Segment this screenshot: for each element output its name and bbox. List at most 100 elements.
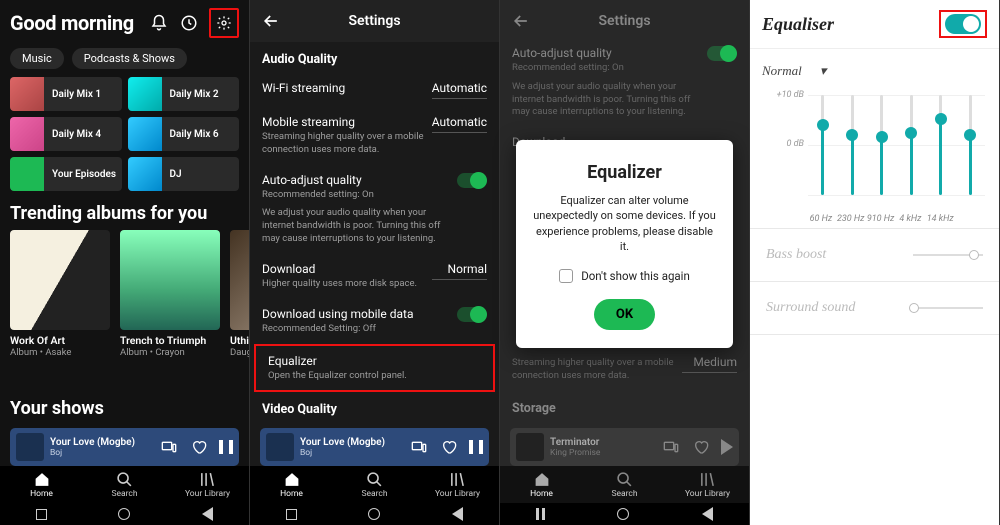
bottom-nav: Home Search Your Library — [250, 466, 499, 503]
now-playing-track: Your Love (Mogbe) — [300, 437, 403, 448]
settings-screen: Settings Audio Quality Wi-Fi streaming A… — [250, 0, 500, 525]
storage-header: Storage — [500, 391, 749, 422]
setting-wifi-streaming[interactable]: Wi-Fi streaming Automatic — [250, 73, 499, 107]
android-home-icon[interactable] — [617, 508, 629, 520]
nav-home[interactable]: Home — [250, 466, 333, 503]
setting-mobile-streaming: Streaming higher quality over a mobile c… — [500, 347, 749, 391]
your-shows-header: Your shows — [0, 386, 114, 425]
pause-icon[interactable] — [219, 440, 233, 454]
highlight-settings — [209, 8, 239, 38]
android-nav — [250, 503, 499, 525]
now-playing-bar[interactable]: Your Love (Mogbe) Boj — [10, 428, 239, 466]
tile-dj[interactable]: DJ — [128, 157, 240, 191]
tile-daily-mix-4[interactable]: Daily Mix 4 — [10, 117, 122, 151]
setting-equalizer[interactable]: Equalizer Open the Equalizer control pan… — [256, 346, 493, 391]
surround-sound-row[interactable]: Surround sound — [750, 282, 999, 334]
tile-your-episodes[interactable]: Your Episodes — [10, 157, 122, 191]
now-playing-bar[interactable]: Your Love (Mogbe) Boj — [260, 428, 489, 466]
album-card[interactable]: Trench to Triumph Album • Crayon — [120, 230, 220, 358]
album-cover — [230, 230, 249, 330]
setting-auto-adjust[interactable]: Auto-adjust quality Recommended setting:… — [250, 165, 499, 254]
history-icon[interactable] — [179, 13, 199, 33]
nav-home: Home — [500, 466, 583, 503]
devices-icon — [661, 437, 681, 457]
android-recent-icon[interactable] — [286, 509, 297, 520]
setting-download-mobile-data[interactable]: Download using mobile data Recommended S… — [250, 299, 499, 344]
toggle-on-icon[interactable] — [457, 307, 487, 322]
album-card[interactable]: Uthin… Daug… — [230, 230, 249, 358]
nav-library: Your Library — [666, 466, 749, 503]
eq-slider-14khz[interactable] — [939, 95, 942, 195]
android-back-icon[interactable] — [452, 507, 463, 521]
android-back-icon[interactable] — [202, 507, 213, 521]
tile-daily-mix-6[interactable]: Daily Mix 6 — [128, 117, 240, 151]
play-icon — [721, 439, 733, 455]
filter-podcasts[interactable]: Podcasts & Shows — [72, 48, 187, 69]
gear-icon[interactable] — [214, 13, 234, 33]
tile-daily-mix-1[interactable]: Daily Mix 1 — [10, 77, 122, 111]
checkbox-icon[interactable] — [559, 269, 573, 283]
trending-header: Trending albums for you — [0, 191, 249, 230]
pause-icon[interactable] — [469, 440, 483, 454]
nav-library[interactable]: Your Library — [166, 466, 249, 503]
now-playing-thumb — [266, 433, 294, 461]
eq-slider-910hz[interactable] — [880, 95, 883, 195]
equaliser-toggle[interactable] — [945, 14, 981, 34]
nav-search[interactable]: Search — [333, 466, 416, 503]
dont-show-again-checkbox[interactable]: Don't show this again — [532, 269, 717, 283]
bottom-nav: Home Search Your Library — [0, 466, 249, 503]
dialog-text: Equalizer can alter volume unexpectedly … — [532, 193, 717, 255]
back-icon[interactable] — [250, 11, 292, 31]
nav-home[interactable]: Home — [0, 466, 83, 503]
bass-boost-row[interactable]: Bass boost — [750, 229, 999, 281]
heart-icon — [691, 437, 711, 457]
bottom-nav: Home Search Your Library — [500, 466, 749, 503]
now-playing-track: Terminator — [550, 437, 655, 448]
eq-slider-4khz[interactable] — [910, 95, 913, 195]
setting-mobile-streaming[interactable]: Mobile streaming Streaming higher qualit… — [250, 107, 499, 165]
bass-boost-slider[interactable] — [913, 254, 983, 256]
now-playing-artist: Boj — [50, 448, 153, 458]
eq-slider-extra[interactable] — [969, 95, 972, 195]
preset-dropdown[interactable]: Normal ▾ — [750, 49, 999, 85]
filter-music[interactable]: Music — [10, 48, 64, 69]
greeting-title: Good morning — [10, 11, 134, 35]
dialog-title: Equalizer — [532, 162, 717, 183]
android-home-icon[interactable] — [368, 508, 380, 520]
heart-icon[interactable] — [189, 437, 209, 457]
home-screen: Good morning Music Podcasts & Shows Dail… — [0, 0, 250, 525]
now-playing-bar: Terminator King Promise — [510, 428, 739, 466]
nav-library[interactable]: Your Library — [416, 466, 499, 503]
android-home-icon[interactable] — [118, 508, 130, 520]
android-nav — [0, 503, 249, 525]
bell-icon[interactable] — [149, 13, 169, 33]
eq-slider-230hz[interactable] — [851, 95, 854, 195]
toggle-on-icon[interactable] — [457, 173, 487, 188]
tile-daily-mix-2[interactable]: Daily Mix 2 — [128, 77, 240, 111]
ok-button[interactable]: OK — [594, 299, 655, 330]
devices-icon[interactable] — [409, 437, 429, 457]
now-playing-artist: King Promise — [550, 448, 655, 458]
equaliser-graph: +10 dB 0 dB — [750, 85, 999, 210]
now-playing-artist: Boj — [300, 448, 403, 458]
android-recent-icon[interactable] — [536, 508, 545, 520]
surround-sound-slider[interactable] — [913, 307, 983, 309]
chevron-down-icon: ▾ — [820, 63, 827, 79]
nav-search[interactable]: Search — [83, 466, 166, 503]
setting-auto-adjust: Auto-adjust quality Recommended setting:… — [500, 42, 749, 127]
audio-quality-header: Audio Quality — [250, 42, 499, 73]
equalizer-warning-dialog: Equalizer Equalizer can alter volume une… — [516, 140, 733, 348]
highlight-equalizer: Equalizer Open the Equalizer control pan… — [254, 344, 495, 393]
setting-download-quality[interactable]: Download Higher quality uses more disk s… — [250, 254, 499, 299]
equaliser-title: Equaliser — [762, 14, 834, 35]
now-playing-thumb — [516, 433, 544, 461]
devices-icon[interactable] — [159, 437, 179, 457]
back-icon — [500, 11, 542, 31]
eq-slider-60hz[interactable] — [821, 95, 824, 195]
heart-icon[interactable] — [439, 437, 459, 457]
android-recent-icon[interactable] — [36, 509, 47, 520]
android-back-icon[interactable] — [702, 507, 713, 521]
album-card[interactable]: Work Of Art Album • Asake — [10, 230, 110, 358]
album-cover — [120, 230, 220, 330]
eq-frequency-labels: 60 Hz 230 Hz 910 Hz 4 kHz 14 kHz — [750, 210, 999, 228]
